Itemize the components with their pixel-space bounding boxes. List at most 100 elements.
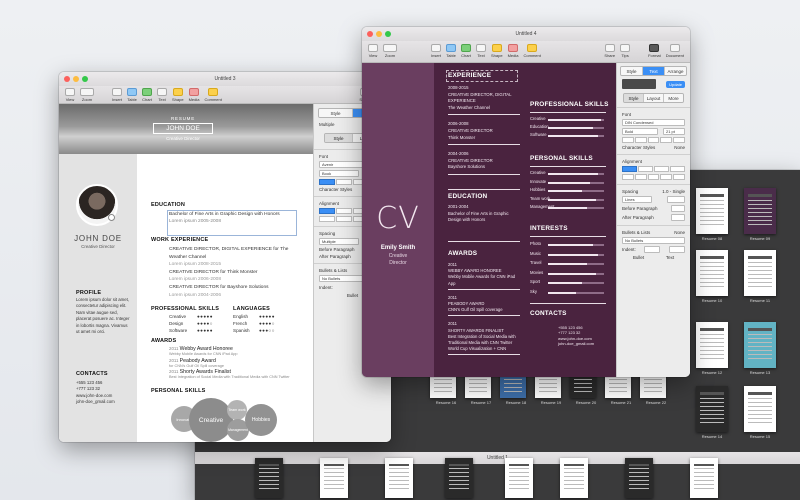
template-thumbnail[interactable] [696,188,728,234]
align-justify-button[interactable] [670,166,685,172]
font-family-select-right[interactable]: DIN Condensed [622,119,685,126]
font-size-field-right[interactable]: 21 pt [663,128,685,135]
indent-out-button[interactable] [319,216,335,222]
titlebar-left[interactable]: Untitled 3 [59,72,391,86]
template-thumbnail[interactable] [744,386,776,432]
after-para-field-right[interactable] [671,214,685,221]
char-styles-value-right[interactable]: None [674,145,685,150]
indent-text-field-right[interactable] [668,246,685,253]
italic-button[interactable] [336,179,352,185]
text-button[interactable]: Text [476,44,487,58]
align-center-button[interactable] [336,208,352,214]
cv-bar-label: Education [530,124,549,129]
shape-button[interactable]: Shape [491,44,503,58]
tab-arrange-right[interactable]: Arrange [665,67,686,75]
italic-button[interactable] [634,137,647,143]
template-thumbnail[interactable] [445,458,473,498]
close-button[interactable] [367,31,373,37]
cv-experience-item: 2008-2015 CREATIVE DIRECTOR, DIGITAL EXPER… [448,85,520,116]
media-button[interactable]: Media [189,88,200,102]
template-thumbnail[interactable] [320,458,348,498]
shape-button[interactable]: Shape [172,88,184,102]
before-para-field-right[interactable] [671,205,685,212]
zoom-select[interactable]: Zoom [80,88,94,102]
view-button[interactable]: View [65,88,75,102]
cv-bar-label: Music [530,250,541,256]
template-thumbnail[interactable] [744,188,776,234]
align-left-button[interactable] [622,166,637,172]
tab-style-right[interactable]: Style [621,67,643,75]
template-thumbnail[interactable] [255,458,283,498]
update-style-button[interactable]: Update [666,80,685,88]
lines-value-field-right[interactable] [667,196,685,203]
text-button[interactable]: Text [157,88,168,102]
underline-button[interactable] [647,137,660,143]
lines-select-right[interactable]: Lines [622,196,652,203]
subtab-style-right[interactable]: Style [624,94,644,102]
template-thumbnail[interactable] [560,458,588,498]
chart-button[interactable]: Chart [142,88,153,102]
font-weight-select-right[interactable]: Bold [622,128,658,135]
zoom-select[interactable]: Zoom [383,44,397,58]
banner-box[interactable]: RESUME JOHN DOE Creative Director [147,116,219,141]
tips-button[interactable]: Tips [620,44,631,58]
spacing-value-right[interactable]: 1.0 - Single [662,189,685,194]
bullets-select-right[interactable]: No Bullets [622,237,685,244]
tab-text-right[interactable]: Text [643,67,665,75]
template-thumbnail[interactable] [696,386,728,432]
format-button[interactable]: Format [648,44,661,58]
align-center-button[interactable] [638,166,653,172]
table-button[interactable]: Table [446,44,457,58]
view-button[interactable]: View [368,44,378,58]
template-thumbnail[interactable] [385,458,413,498]
valign-mid-button[interactable] [660,174,673,180]
template-thumbnail[interactable] [696,322,728,368]
close-button[interactable] [64,76,70,82]
template-thumbnail[interactable] [696,250,728,296]
share-button[interactable]: Share [604,44,615,58]
strike-button[interactable] [660,137,673,143]
indent-in-button[interactable] [336,216,352,222]
zoom-button[interactable] [385,31,391,37]
valign-top-button[interactable] [647,174,660,180]
template-thumbnail[interactable] [744,322,776,368]
insert-button[interactable]: Insert [431,44,441,58]
template-thumbnail[interactable] [505,458,533,498]
bullets-value-right[interactable]: None [674,230,685,235]
font-weight-select-left[interactable]: Book [319,170,359,177]
spacing-select-left[interactable]: Multiple [319,238,359,245]
valign-bottom-button[interactable] [673,174,685,180]
cv-experience-line: EXPERIENCE [448,98,476,104]
insert-button[interactable]: Insert [112,88,122,102]
align-left-button[interactable] [319,208,335,214]
font-label-left: Font [319,154,329,159]
minimize-button[interactable] [376,31,382,37]
indent-out-button[interactable] [622,174,634,180]
bold-button[interactable] [622,137,634,143]
subtab-more-right[interactable]: More [664,94,683,102]
comment-button[interactable]: Comment [205,88,222,102]
align-right-button[interactable] [654,166,669,172]
titlebar-right[interactable]: Untitled 4 [362,27,690,41]
table-button[interactable]: Table [127,88,138,102]
paragraph-style-preview[interactable] [622,79,656,89]
template-thumbnail[interactable] [744,250,776,296]
bold-button[interactable] [319,179,335,185]
bubble-creative[interactable]: Creative [189,398,233,442]
subtab-style-left[interactable]: Style [325,134,353,142]
document-button[interactable]: Document [666,44,684,58]
template-thumbnail[interactable] [625,458,653,498]
media-button[interactable]: Media [508,44,519,58]
indent-bullet-field-right[interactable] [644,246,661,253]
comment-button[interactable]: Comment [524,44,541,58]
tab-style-left[interactable]: Style [319,109,353,117]
template-thumbnail[interactable] [690,458,718,498]
bubble-hobbies[interactable]: Hobbies [245,404,277,436]
chart-button[interactable]: Chart [461,44,472,58]
text-color-button[interactable] [673,137,685,143]
indent-in-button[interactable] [634,174,647,180]
zoom-button[interactable] [82,76,88,82]
subtab-layout-right[interactable]: Layout [644,94,664,102]
minimize-button[interactable] [73,76,79,82]
bubble-teamwork[interactable]: Team work [227,400,247,420]
